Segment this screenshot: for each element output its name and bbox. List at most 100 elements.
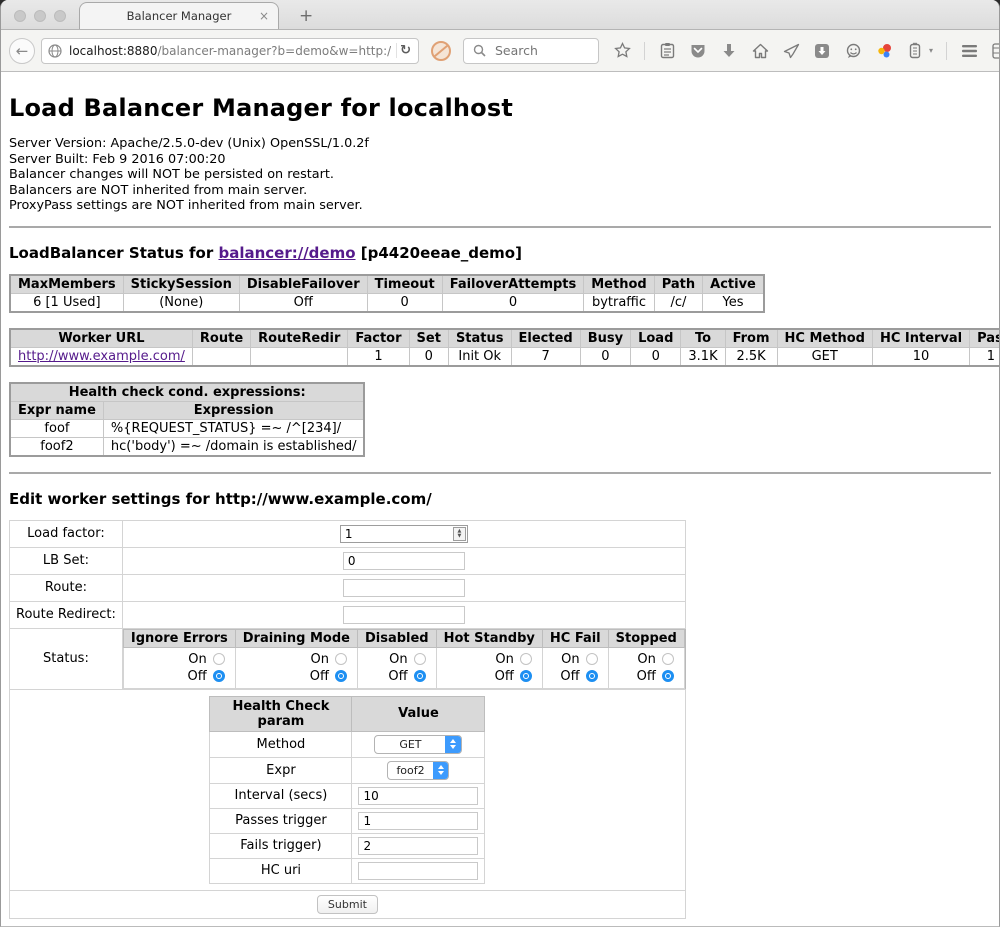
search-input[interactable]	[493, 42, 583, 59]
status-radio-row: On Off On Off On Off	[123, 647, 684, 688]
proxypass-notice-line: ProxyPass settings are NOT inherited fro…	[9, 198, 991, 214]
tab-balancer-manager[interactable]: Balancer Manager ×	[79, 2, 279, 29]
load-factor-label: Load factor:	[10, 520, 123, 547]
form-row-status: Status: Ignore Errors Draining Mode Disa…	[10, 628, 686, 689]
status-radio-table: Ignore Errors Draining Mode Disabled Hot…	[123, 629, 685, 689]
back-icon: ←	[16, 42, 29, 60]
persist-notice-line: Balancer changes will NOT be persisted o…	[9, 167, 991, 183]
route-label: Route:	[10, 574, 123, 601]
load-factor-input[interactable]	[340, 525, 468, 543]
select-stepper-icon	[433, 761, 449, 780]
passes-input[interactable]	[358, 812, 478, 830]
back-button[interactable]: ←	[9, 38, 35, 64]
url-text[interactable]: localhost:8880/balancer-manager?b=demo&w…	[69, 44, 391, 58]
form-row-route-redirect: Route Redirect:	[10, 601, 686, 628]
balancer-status-heading: LoadBalancer Status for balancer://demo …	[9, 244, 991, 262]
divider	[9, 472, 991, 474]
hc-row-interval: Interval (secs)	[210, 783, 485, 808]
number-spinner-icon[interactable]: ▲▼	[453, 527, 466, 541]
lb-set-input[interactable]	[343, 552, 465, 570]
chat-smiley-icon[interactable]	[844, 42, 862, 60]
radio-disabled-off[interactable]	[414, 670, 426, 682]
close-window-button[interactable]	[14, 10, 26, 22]
divider	[9, 226, 991, 228]
radio-draining-mode-off[interactable]	[335, 670, 347, 682]
form-row-lb-set: LB Set:	[10, 547, 686, 574]
interval-input[interactable]	[358, 787, 478, 805]
radio-ignore-errors-off[interactable]	[213, 670, 225, 682]
balancer-demo-link[interactable]: balancer://demo	[218, 244, 355, 262]
health-check-param-table: Health Check param Value Method GET	[209, 696, 485, 884]
dropdown-caret-icon[interactable]: ▾	[929, 46, 933, 55]
radio-stopped-on[interactable]	[662, 653, 674, 665]
radio-hc-fail-on[interactable]	[586, 653, 598, 665]
toolbar-icons: ▾	[613, 42, 1000, 60]
block-icon[interactable]	[431, 41, 451, 61]
download-box-icon[interactable]	[813, 42, 831, 60]
url-bar[interactable]: localhost:8880/balancer-manager?b=demo&w…	[41, 38, 419, 64]
radio-hot-standby-off[interactable]	[520, 670, 532, 682]
expr-select[interactable]: foof2	[387, 761, 449, 780]
lb-set-label: LB Set:	[10, 547, 123, 574]
tab-grid-icon[interactable]	[991, 42, 1000, 60]
route-redirect-input[interactable]	[343, 606, 465, 624]
tab-bar: Balancer Manager × +	[1, 0, 999, 30]
tab-title: Balancer Manager	[127, 9, 232, 23]
status-label: Status:	[10, 628, 123, 689]
hc-header-row: Health Check param Value	[210, 696, 485, 731]
radio-stopped-off[interactable]	[662, 670, 674, 682]
hc-uri-input[interactable]	[358, 862, 478, 880]
tab-close-icon[interactable]: ×	[259, 9, 269, 23]
reload-button[interactable]: ↻	[396, 43, 414, 58]
edit-worker-form: Load factor: ▲▼ LB Set: Route: Route Red…	[9, 520, 686, 919]
hc-row-passes: Passes trigger	[210, 808, 485, 833]
clipboard-icon[interactable]	[658, 42, 676, 60]
radio-hc-fail-off[interactable]	[586, 670, 598, 682]
browser-window: Balancer Manager × + ← localhost:8880/ba…	[0, 0, 1000, 927]
method-select[interactable]: GET	[374, 735, 462, 754]
fails-input[interactable]	[358, 837, 478, 855]
menu-hamburger-icon[interactable]	[960, 42, 978, 60]
radio-ignore-errors-on[interactable]	[213, 653, 225, 665]
toolbar-separator	[644, 42, 645, 60]
table-header-row: MaxMembers StickySession DisableFailover…	[10, 275, 764, 294]
health-check-expressions-table: Health check cond. expressions: Expr nam…	[9, 382, 365, 457]
balancer-params-table: MaxMembers StickySession DisableFailover…	[9, 274, 765, 313]
submit-button[interactable]: Submit	[317, 895, 378, 914]
select-stepper-icon	[445, 735, 461, 754]
new-tab-button[interactable]: +	[291, 6, 321, 26]
expr-row: foof2 hc('body') =~ /domain is establish…	[10, 437, 364, 456]
table-row: 6 [1 Used] (None) Off 0 0 bytraffic /c/ …	[10, 293, 764, 312]
status-header-row: Ignore Errors Draining Mode Disabled Hot…	[123, 629, 684, 647]
form-row-submit: Submit	[10, 890, 686, 918]
route-input[interactable]	[343, 579, 465, 597]
table-header-row: Expr name Expression	[10, 401, 364, 419]
worker-url-link[interactable]: http://www.example.com/	[18, 349, 185, 364]
colored-dots-icon[interactable]	[875, 42, 893, 60]
server-version-line: Server Version: Apache/2.5.0-dev (Unix) …	[9, 136, 991, 152]
pocket-icon[interactable]	[689, 42, 707, 60]
hc-row-method: Method GET	[210, 731, 485, 757]
downloads-arrow-icon[interactable]	[720, 42, 738, 60]
page-title: Load Balancer Manager for localhost	[9, 94, 991, 122]
zoom-window-button[interactable]	[54, 10, 66, 22]
hc-row-fails: Fails trigger)	[210, 833, 485, 858]
radio-draining-mode-on[interactable]	[335, 653, 347, 665]
minimize-window-button[interactable]	[34, 10, 46, 22]
battery-icon[interactable]	[906, 42, 924, 60]
form-row-health-check: Health Check param Value Method GET	[10, 689, 686, 890]
page-content: Load Balancer Manager for localhost Serv…	[1, 72, 999, 926]
hc-row-expr: Expr foof2	[210, 757, 485, 783]
home-icon[interactable]	[751, 42, 769, 60]
form-row-route: Route:	[10, 574, 686, 601]
radio-hot-standby-on[interactable]	[520, 653, 532, 665]
reload-icon: ↻	[400, 43, 411, 58]
bookmark-star-icon[interactable]	[613, 42, 631, 60]
search-icon	[470, 42, 488, 60]
navigation-toolbar: ← localhost:8880/balancer-manager?b=demo…	[1, 30, 999, 72]
send-plane-icon[interactable]	[782, 42, 800, 60]
radio-disabled-on[interactable]	[414, 653, 426, 665]
worker-row: http://www.example.com/ 1 0 Init Ok 7 0 …	[10, 347, 999, 366]
search-bar[interactable]	[463, 38, 599, 64]
globe-icon	[46, 42, 64, 60]
